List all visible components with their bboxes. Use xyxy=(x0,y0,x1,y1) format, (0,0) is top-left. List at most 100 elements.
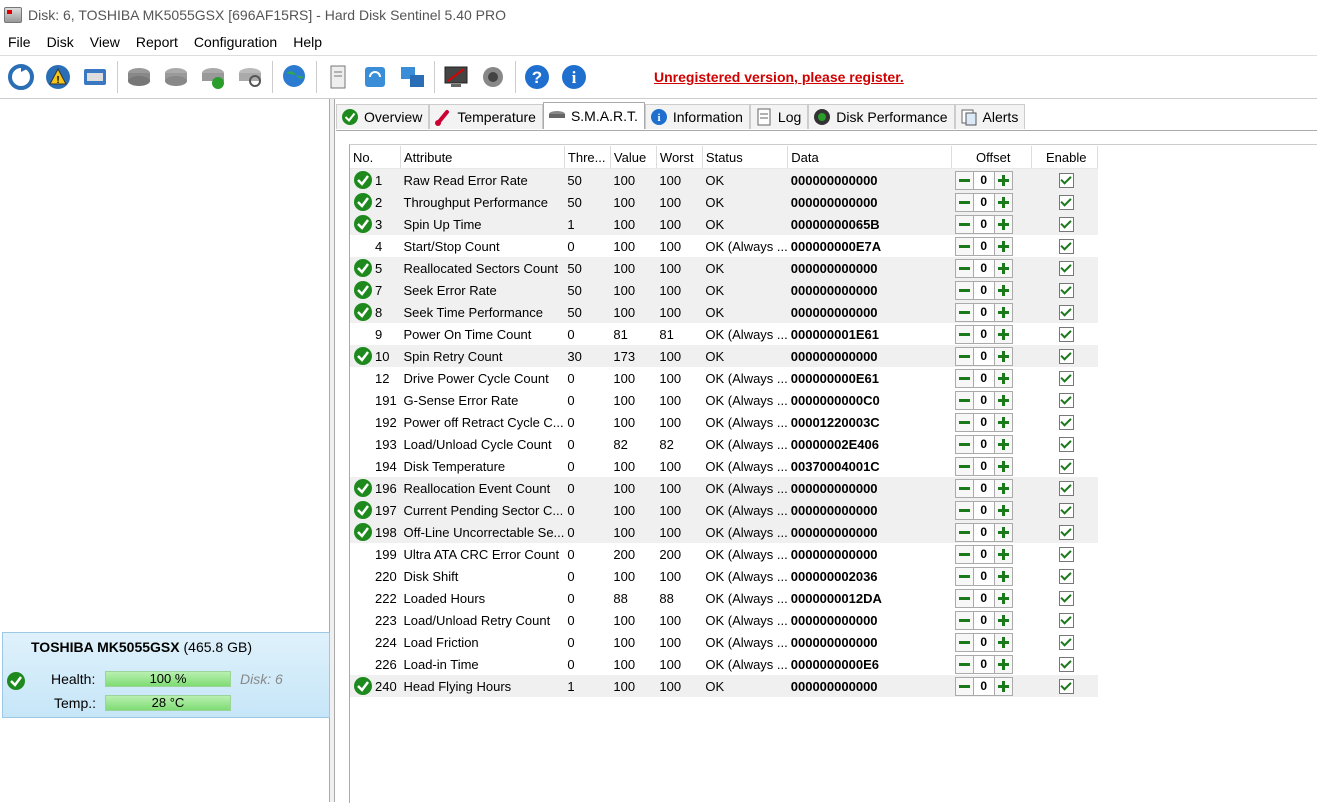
plus-icon[interactable] xyxy=(993,236,1013,256)
offset-value[interactable]: 0 xyxy=(973,368,994,388)
plus-icon[interactable] xyxy=(993,456,1013,476)
offset-value[interactable]: 0 xyxy=(973,192,994,212)
smart-row[interactable]: 191 G-Sense Error Rate 0 100 100 OK (Always .… xyxy=(350,389,1098,411)
disk-card[interactable]: TOSHIBA MK5055GSX (465.8 GB) Health: 100… xyxy=(2,632,330,718)
enable-checkbox[interactable] xyxy=(1058,546,1074,562)
col-value[interactable]: Value xyxy=(610,146,657,169)
plus-icon[interactable] xyxy=(993,544,1013,564)
minus-icon[interactable] xyxy=(954,610,974,630)
tab-information[interactable]: i Information xyxy=(644,104,750,129)
smart-row[interactable]: 3 Spin Up Time 1 100 100 OK 00000000065B 0 xyxy=(350,213,1098,235)
enable-checkbox[interactable] xyxy=(1058,392,1074,408)
offset-value[interactable]: 0 xyxy=(973,324,994,344)
smart-row[interactable]: 196 Reallocation Event Count 0 100 100 OK (Al… xyxy=(350,477,1098,499)
smart-row[interactable]: 226 Load-in Time 0 100 100 OK (Always ... 0000… xyxy=(350,653,1098,675)
smart-row[interactable]: 220 Disk Shift 0 100 100 OK (Always ... 000000… xyxy=(350,565,1098,587)
plus-icon[interactable] xyxy=(993,214,1013,234)
offset-value[interactable]: 0 xyxy=(973,610,994,630)
enable-checkbox[interactable] xyxy=(1058,326,1074,342)
col-threshold[interactable]: Thre... xyxy=(564,146,611,169)
hdd-check-icon[interactable] xyxy=(197,61,229,93)
enable-checkbox[interactable] xyxy=(1058,216,1074,232)
minus-icon[interactable] xyxy=(954,544,974,564)
tab-smart[interactable]: S.M.A.R.T. xyxy=(542,102,645,129)
menu-disk[interactable]: Disk xyxy=(39,34,82,50)
tab-overview[interactable]: Overview xyxy=(336,104,430,129)
offset-value[interactable]: 0 xyxy=(973,390,994,410)
enable-checkbox[interactable] xyxy=(1058,502,1074,518)
smart-row[interactable]: 5 Reallocated Sectors Count 50 100 100 OK 0000… xyxy=(350,257,1098,279)
smart-row[interactable]: 192 Power off Retract Cycle C... 0 100 100 OK… xyxy=(350,411,1098,433)
smart-row[interactable]: 223 Load/Unload Retry Count 0 100 100 OK (Alw… xyxy=(350,609,1098,631)
smart-row[interactable]: 199 Ultra ATA CRC Error Count 0 200 200 OK (A… xyxy=(350,543,1098,565)
col-worst[interactable]: Worst xyxy=(656,146,703,169)
plus-icon[interactable] xyxy=(993,280,1013,300)
smart-row[interactable]: 7 Seek Error Rate 50 100 100 OK 000000000000 0 xyxy=(350,279,1098,301)
menu-view[interactable]: View xyxy=(82,34,128,50)
menu-report[interactable]: Report xyxy=(128,34,186,50)
offset-value[interactable]: 0 xyxy=(973,632,994,652)
plus-icon[interactable] xyxy=(993,346,1013,366)
register-link[interactable]: Unregistered version, please register. xyxy=(654,69,904,85)
enable-checkbox[interactable] xyxy=(1058,612,1074,628)
enable-checkbox[interactable] xyxy=(1058,370,1074,386)
offset-value[interactable]: 0 xyxy=(973,456,994,476)
plus-icon[interactable] xyxy=(993,632,1013,652)
offset-value[interactable]: 0 xyxy=(973,522,994,542)
enable-checkbox[interactable] xyxy=(1058,282,1074,298)
speaker-icon[interactable] xyxy=(477,61,509,93)
offset-value[interactable]: 0 xyxy=(973,434,994,454)
smart-row[interactable]: 8 Seek Time Performance 50 100 100 OK 00000000… xyxy=(350,301,1098,323)
offset-value[interactable]: 0 xyxy=(973,544,994,564)
minus-icon[interactable] xyxy=(954,368,974,388)
smart-row[interactable]: 240 Head Flying Hours 1 100 100 OK 00000000000… xyxy=(350,675,1098,697)
enable-checkbox[interactable] xyxy=(1058,414,1074,430)
menu-file[interactable]: File xyxy=(0,34,39,50)
minus-icon[interactable] xyxy=(954,412,974,432)
plus-icon[interactable] xyxy=(993,588,1013,608)
enable-checkbox[interactable] xyxy=(1058,172,1074,188)
offset-value[interactable]: 0 xyxy=(973,258,994,278)
minus-icon[interactable] xyxy=(954,566,974,586)
plus-icon[interactable] xyxy=(993,676,1013,696)
tab-alerts[interactable]: Alerts xyxy=(954,104,1026,129)
enable-checkbox[interactable] xyxy=(1058,458,1074,474)
hdd-icon[interactable] xyxy=(123,61,155,93)
smart-row[interactable]: 9 Power On Time Count 0 81 81 OK (Always ... 0… xyxy=(350,323,1098,345)
menu-help[interactable]: Help xyxy=(285,34,330,50)
plus-icon[interactable] xyxy=(993,434,1013,454)
enable-checkbox[interactable] xyxy=(1058,436,1074,452)
enable-checkbox[interactable] xyxy=(1058,260,1074,276)
minus-icon[interactable] xyxy=(954,324,974,344)
enable-checkbox[interactable] xyxy=(1058,678,1074,694)
minus-icon[interactable] xyxy=(954,632,974,652)
plus-icon[interactable] xyxy=(993,500,1013,520)
smart-row[interactable]: 222 Loaded Hours 0 88 88 OK (Always ... 000000… xyxy=(350,587,1098,609)
minus-icon[interactable] xyxy=(954,214,974,234)
col-offset[interactable]: Offset xyxy=(951,146,1033,169)
enable-checkbox[interactable] xyxy=(1058,568,1074,584)
offset-value[interactable]: 0 xyxy=(973,566,994,586)
help-icon[interactable]: ? xyxy=(521,61,553,93)
monitor-icon[interactable] xyxy=(440,61,472,93)
enable-checkbox[interactable] xyxy=(1058,348,1074,364)
minus-icon[interactable] xyxy=(954,676,974,696)
minus-icon[interactable] xyxy=(954,456,974,476)
enable-checkbox[interactable] xyxy=(1058,590,1074,606)
minus-icon[interactable] xyxy=(954,346,974,366)
col-status[interactable]: Status xyxy=(702,146,789,169)
enable-checkbox[interactable] xyxy=(1058,524,1074,540)
plus-icon[interactable] xyxy=(993,654,1013,674)
offset-value[interactable]: 0 xyxy=(973,236,994,256)
minus-icon[interactable] xyxy=(954,654,974,674)
col-enable[interactable]: Enable xyxy=(1031,146,1099,169)
plus-icon[interactable] xyxy=(993,368,1013,388)
minus-icon[interactable] xyxy=(954,588,974,608)
info-icon[interactable]: i xyxy=(558,61,590,93)
minus-icon[interactable] xyxy=(954,478,974,498)
plus-icon[interactable] xyxy=(993,170,1013,190)
plus-icon[interactable] xyxy=(993,610,1013,630)
refresh-icon[interactable] xyxy=(5,61,37,93)
tab-disk-performance[interactable]: Disk Performance xyxy=(808,104,955,129)
offset-value[interactable]: 0 xyxy=(973,280,994,300)
